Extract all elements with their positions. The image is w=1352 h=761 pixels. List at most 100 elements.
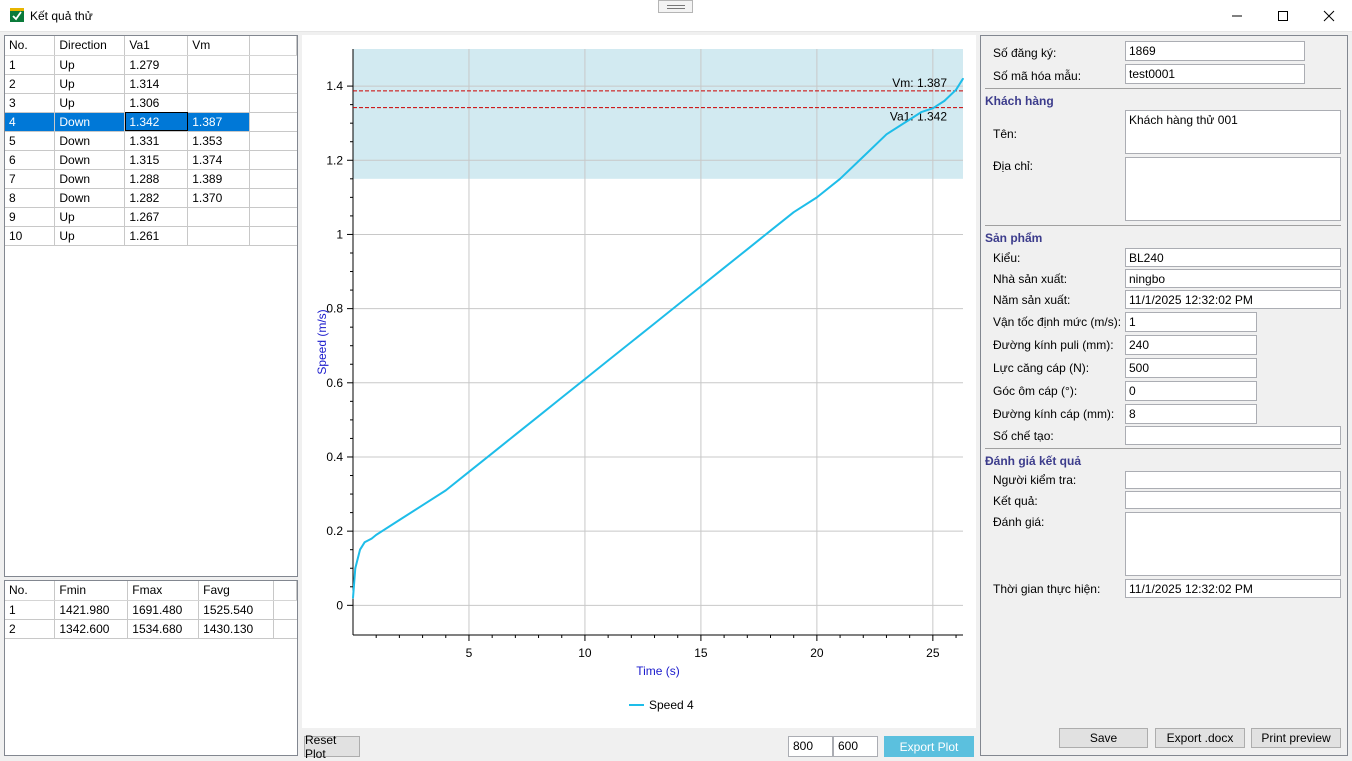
table-cell[interactable]: 4 xyxy=(5,112,56,132)
table-cell[interactable]: 1534.680 xyxy=(127,619,200,639)
print-preview-button[interactable]: Print preview xyxy=(1251,728,1341,748)
table-cell[interactable]: 2 xyxy=(5,619,56,639)
column-header[interactable]: No. xyxy=(5,36,56,56)
duong-kinh-puli-field[interactable]: 240 xyxy=(1125,335,1257,355)
table-cell[interactable]: 3 xyxy=(5,93,56,113)
table-cell[interactable]: 1342.600 xyxy=(54,619,129,639)
ket-qua-field[interactable] xyxy=(1125,491,1341,509)
table-cell[interactable]: 1525.540 xyxy=(198,600,275,620)
save-button[interactable]: Save xyxy=(1059,728,1148,748)
table-cell[interactable]: Up xyxy=(54,207,126,227)
table-cell[interactable]: 9 xyxy=(5,207,56,227)
goc-om-field[interactable]: 0 xyxy=(1125,381,1257,401)
table-cell[interactable]: 1 xyxy=(5,55,56,75)
table-cell[interactable]: Down xyxy=(54,169,126,189)
maximize-button[interactable] xyxy=(1260,0,1306,31)
column-header[interactable]: Fmin xyxy=(54,581,129,601)
x-tick-label: 25 xyxy=(926,646,940,660)
drag-grip-icon[interactable] xyxy=(658,0,693,13)
nguoi-kiem-tra-field[interactable] xyxy=(1125,471,1341,489)
table-cell[interactable]: 1.267 xyxy=(124,207,189,227)
table-cell[interactable]: 1.370 xyxy=(187,188,251,208)
duong-kinh-cap-field[interactable]: 8 xyxy=(1125,404,1257,424)
plot-height-input[interactable]: 600 xyxy=(833,736,878,757)
reset-plot-button[interactable]: Reset Plot xyxy=(304,733,360,761)
table-cell[interactable]: 1.353 xyxy=(187,131,251,151)
close-button[interactable] xyxy=(1306,0,1352,31)
table-cell[interactable] xyxy=(187,55,251,75)
table-cell[interactable]: Down xyxy=(54,131,126,151)
table-row[interactable]: 2 Up 1.314 xyxy=(5,74,297,94)
so-dang-ky-field[interactable]: 1869 xyxy=(1125,41,1305,61)
table-cell[interactable]: 2 xyxy=(5,74,56,94)
table-cell[interactable]: 1.279 xyxy=(124,55,189,75)
table-row[interactable]: 8 Down 1.282 1.370 xyxy=(5,188,297,208)
plot-width-input[interactable]: 800 xyxy=(788,736,833,757)
table-row[interactable]: 5 Down 1.331 1.353 xyxy=(5,131,297,151)
table-cell[interactable] xyxy=(187,93,251,113)
table-cell[interactable]: 1.315 xyxy=(124,150,189,170)
column-header[interactable]: Direction xyxy=(54,36,126,56)
table-cell[interactable]: 8 xyxy=(5,188,56,208)
ten-field[interactable]: Khách hàng thử 001 xyxy=(1125,110,1341,154)
table-cell[interactable]: 1421.980 xyxy=(54,600,129,620)
table-cell[interactable]: Down xyxy=(54,188,126,208)
results-table[interactable]: No. Direction Va1 Vm 1 Up 1.279 2 Up 1.314 3 Up 1.3… xyxy=(5,36,297,246)
kieu-field[interactable]: BL240 xyxy=(1125,248,1341,267)
table-cell[interactable]: 1.306 xyxy=(124,93,189,113)
table-cell[interactable]: 10 xyxy=(5,226,56,246)
column-header[interactable]: Va1 xyxy=(124,36,189,56)
dia-chi-field[interactable] xyxy=(1125,157,1341,221)
table-cell[interactable]: 1.331 xyxy=(124,131,189,151)
column-header[interactable]: Fmax xyxy=(127,581,200,601)
table-cell[interactable]: Up xyxy=(54,74,126,94)
table-cell[interactable]: Up xyxy=(54,226,126,246)
export-plot-button[interactable]: Export Plot xyxy=(884,736,974,757)
table-cell[interactable]: 1 xyxy=(5,600,56,620)
table-row[interactable]: 6 Down 1.315 1.374 xyxy=(5,150,297,170)
table-cell[interactable]: 1691.480 xyxy=(127,600,200,620)
table-cell[interactable]: 1.387 xyxy=(187,112,251,132)
table-cell[interactable]: 1.261 xyxy=(124,226,189,246)
so-che-tao-field[interactable] xyxy=(1125,426,1341,445)
table-cell[interactable]: Down xyxy=(54,112,126,132)
table-cell[interactable]: 1.288 xyxy=(124,169,189,189)
table-cell[interactable]: 7 xyxy=(5,169,56,189)
table-row[interactable]: 1 1421.980 1691.480 1525.540 xyxy=(5,600,297,620)
table-row[interactable]: 2 1342.600 1534.680 1430.130 xyxy=(5,619,297,639)
table-row[interactable]: 7 Down 1.288 1.389 xyxy=(5,169,297,189)
table-row[interactable]: 10 Up 1.261 xyxy=(5,226,297,246)
column-header[interactable]: Favg xyxy=(198,581,275,601)
minimize-button[interactable] xyxy=(1214,0,1260,31)
export-docx-button[interactable]: Export .docx xyxy=(1155,728,1245,748)
van-toc-field[interactable]: 1 xyxy=(1125,312,1257,332)
table-cell[interactable] xyxy=(187,74,251,94)
thoi-gian-field[interactable]: 11/1/2025 12:32:02 PM xyxy=(1125,579,1341,598)
danh-gia-field[interactable] xyxy=(1125,512,1341,576)
table-cell[interactable] xyxy=(187,207,251,227)
so-ma-hoa-field[interactable]: test0001 xyxy=(1125,64,1305,84)
force-table[interactable]: No. Fmin Fmax Favg 1 1421.980 1691.480 1525.54… xyxy=(5,581,297,639)
speed-chart[interactable]: 5 10 15 20 2500.20.40.60.811.21.4Time (s)Spe… xyxy=(302,35,976,728)
table-row[interactable]: 9 Up 1.267 xyxy=(5,207,297,227)
column-header[interactable]: No. xyxy=(5,581,56,601)
table-row[interactable]: 1 Up 1.279 xyxy=(5,55,297,75)
table-cell[interactable]: Up xyxy=(54,93,126,113)
table-row[interactable]: 4 Down 1.342 1.387 xyxy=(5,112,297,132)
table-row[interactable]: 3 Up 1.306 xyxy=(5,93,297,113)
table-cell[interactable]: Up xyxy=(54,55,126,75)
nam-san-xuat-field[interactable]: 11/1/2025 12:32:02 PM xyxy=(1125,290,1341,309)
table-cell[interactable]: 1.282 xyxy=(124,188,189,208)
table-cell[interactable]: 6 xyxy=(5,150,56,170)
table-cell[interactable]: 5 xyxy=(5,131,56,151)
table-cell[interactable]: 1.342 xyxy=(124,112,189,132)
table-cell[interactable]: 1.389 xyxy=(187,169,251,189)
table-cell[interactable]: 1.314 xyxy=(124,74,189,94)
table-cell[interactable]: 1430.130 xyxy=(198,619,275,639)
luc-cang-field[interactable]: 500 xyxy=(1125,358,1257,378)
table-cell[interactable]: 1.374 xyxy=(187,150,251,170)
table-cell[interactable] xyxy=(187,226,251,246)
column-header[interactable]: Vm xyxy=(187,36,251,56)
nha-san-xuat-field[interactable]: ningbo xyxy=(1125,269,1341,288)
table-cell[interactable]: Down xyxy=(54,150,126,170)
